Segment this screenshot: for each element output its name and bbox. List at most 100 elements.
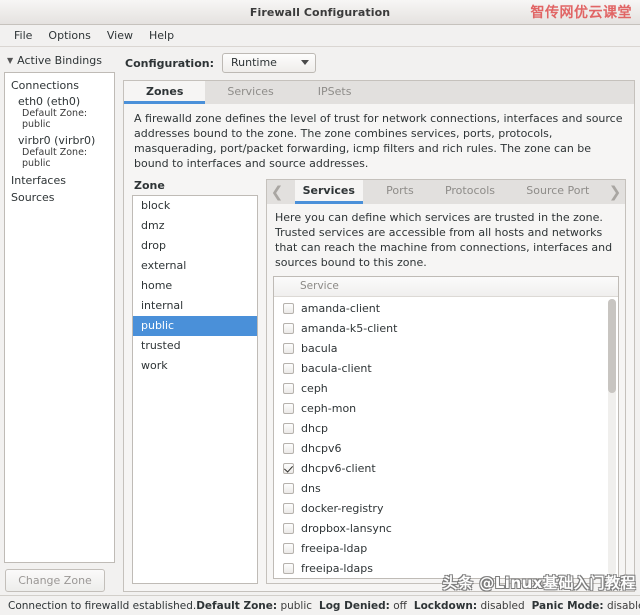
menu-file[interactable]: File [6, 27, 40, 44]
main-tabstrip: Zones Services IPSets [123, 80, 635, 104]
status-default-zone-key: Default Zone: [196, 600, 277, 612]
change-zone-button[interactable]: Change Zone [5, 569, 105, 592]
bindings-tree[interactable]: Connections eth0 (eth0) Default Zone: pu… [4, 72, 115, 563]
zone-list[interactable]: block dmz drop external home internal pu… [132, 195, 258, 584]
change-zone-wrap: Change Zone [4, 563, 115, 592]
table-row[interactable]: ceph [274, 378, 618, 398]
services-tab-page: Here you can define which services are t… [266, 204, 626, 584]
service-name: dropbox-lansync [301, 522, 392, 535]
table-row[interactable]: freeipa-ldap [274, 538, 618, 558]
chevron-left-icon[interactable]: ❮ [267, 180, 287, 204]
service-checkbox[interactable] [283, 483, 294, 494]
menu-view[interactable]: View [99, 27, 141, 44]
chevron-right-icon[interactable]: ❯ [605, 180, 625, 204]
services-scrollbar-thumb[interactable] [608, 299, 616, 393]
zones-tab-page: A firewalld zone defines the level of tr… [123, 104, 635, 592]
table-row[interactable]: freeipa-ldaps [274, 558, 618, 578]
service-name: freeipa-ldaps [301, 562, 373, 575]
service-checkbox[interactable] [283, 343, 294, 354]
title-bar: Firewall Configuration 智传网优云课堂 [0, 0, 640, 25]
service-checkbox[interactable] [283, 423, 294, 434]
service-checkbox[interactable] [283, 303, 294, 314]
zone-item-dmz[interactable]: dmz [133, 216, 257, 236]
table-row[interactable]: bacula [274, 338, 618, 358]
table-row[interactable]: dropbox-lansync [274, 518, 618, 538]
active-bindings-label: Active Bindings [17, 54, 102, 67]
menu-help[interactable]: Help [141, 27, 182, 44]
table-row[interactable]: dhcpv6 [274, 438, 618, 458]
configuration-row: Configuration: Runtime [123, 53, 635, 80]
status-bar: Connection to firewalld established. Def… [0, 595, 640, 615]
service-checkbox[interactable] [283, 543, 294, 554]
status-default-zone-value: public [280, 600, 312, 612]
chevron-down-icon: ▼ [7, 57, 13, 65]
service-checkbox[interactable] [283, 523, 294, 534]
inner-tab-source-port[interactable]: Source Port [518, 180, 597, 204]
binding-item-eth0[interactable]: eth0 (eth0) [5, 94, 114, 108]
zone-item-block[interactable]: block [133, 196, 257, 216]
table-row[interactable]: amanda-k5-client [274, 318, 618, 338]
service-name: dhcpv6-client [301, 462, 376, 475]
service-name: amanda-client [301, 302, 380, 315]
zone-item-trusted[interactable]: trusted [133, 336, 257, 356]
binding-item-virbr0-zone: Default Zone: public [5, 147, 114, 172]
zone-item-drop[interactable]: drop [133, 236, 257, 256]
bindings-group-sources[interactable]: Sources [5, 189, 114, 206]
service-checkbox[interactable] [283, 563, 294, 574]
bindings-group-interfaces[interactable]: Interfaces [5, 172, 114, 189]
table-row[interactable]: dns [274, 478, 618, 498]
status-panic-mode-value: disabled [607, 600, 640, 612]
configuration-select[interactable]: Runtime [222, 53, 316, 73]
zone-item-home[interactable]: home [133, 276, 257, 296]
service-checkbox[interactable] [283, 463, 294, 474]
service-checkbox[interactable] [283, 323, 294, 334]
service-checkbox[interactable] [283, 443, 294, 454]
table-row[interactable]: bacula-client [274, 358, 618, 378]
zone-detail-tabs: Services Ports Protocols Source Port [287, 180, 605, 204]
service-checkbox[interactable] [283, 363, 294, 374]
table-row[interactable]: docker-registry [274, 498, 618, 518]
service-name: dns [301, 482, 321, 495]
inner-tab-protocols[interactable]: Protocols [437, 180, 503, 204]
connection-status: Connection to firewalld established. [8, 600, 196, 612]
status-default-zone: Default Zone: public [196, 600, 312, 612]
inner-tab-services[interactable]: Services [295, 180, 363, 204]
binding-item-eth0-zone: Default Zone: public [5, 108, 114, 133]
active-bindings-expander[interactable]: ▼ Active Bindings [4, 51, 115, 72]
services-description: Here you can define which services are t… [273, 210, 619, 276]
service-name: bacula-client [301, 362, 372, 375]
service-checkbox[interactable] [283, 383, 294, 394]
table-row[interactable]: dhcp [274, 418, 618, 438]
services-list[interactable]: amanda-client amanda-k5-client [274, 297, 618, 578]
status-lockdown-key: Lockdown: [414, 600, 477, 612]
service-name: freeipa-ldap [301, 542, 367, 555]
zone-item-work[interactable]: work [133, 356, 257, 376]
service-name: amanda-k5-client [301, 322, 397, 335]
service-name: dhcpv6 [301, 442, 342, 455]
tab-zones[interactable]: Zones [124, 81, 205, 104]
zone-item-public[interactable]: public [133, 316, 257, 336]
configuration-label: Configuration: [125, 57, 214, 70]
services-list-wrap: Service amanda-client amanda [273, 276, 619, 579]
watermark-top: 智传网优云课堂 [531, 2, 633, 22]
zone-item-internal[interactable]: internal [133, 296, 257, 316]
services-column-header: Service [274, 277, 618, 297]
table-row[interactable]: dhcpv6-client [274, 458, 618, 478]
table-row[interactable]: ceph-mon [274, 398, 618, 418]
menu-options[interactable]: Options [40, 27, 98, 44]
bindings-group-connections[interactable]: Connections [5, 77, 114, 94]
tab-services[interactable]: Services [205, 81, 295, 104]
binding-item-virbr0[interactable]: virbr0 (virbr0) [5, 133, 114, 147]
service-checkbox[interactable] [283, 403, 294, 414]
firewall-configuration-window: Firewall Configuration 智传网优云课堂 File Opti… [0, 0, 640, 615]
active-bindings-pane: ▼ Active Bindings Connections eth0 (eth0… [0, 47, 117, 595]
tab-ipsets[interactable]: IPSets [296, 81, 374, 104]
table-row[interactable]: amanda-client [274, 298, 618, 318]
zone-item-external[interactable]: external [133, 256, 257, 276]
chevron-down-icon [301, 60, 309, 65]
content-pane: Configuration: Runtime Zones Services IP… [117, 47, 640, 595]
main-notebook: Zones Services IPSets A firewalld zone d… [123, 80, 635, 592]
service-checkbox[interactable] [283, 503, 294, 514]
inner-tab-ports[interactable]: Ports [378, 180, 422, 204]
status-log-denied-key: Log Denied: [319, 600, 390, 612]
